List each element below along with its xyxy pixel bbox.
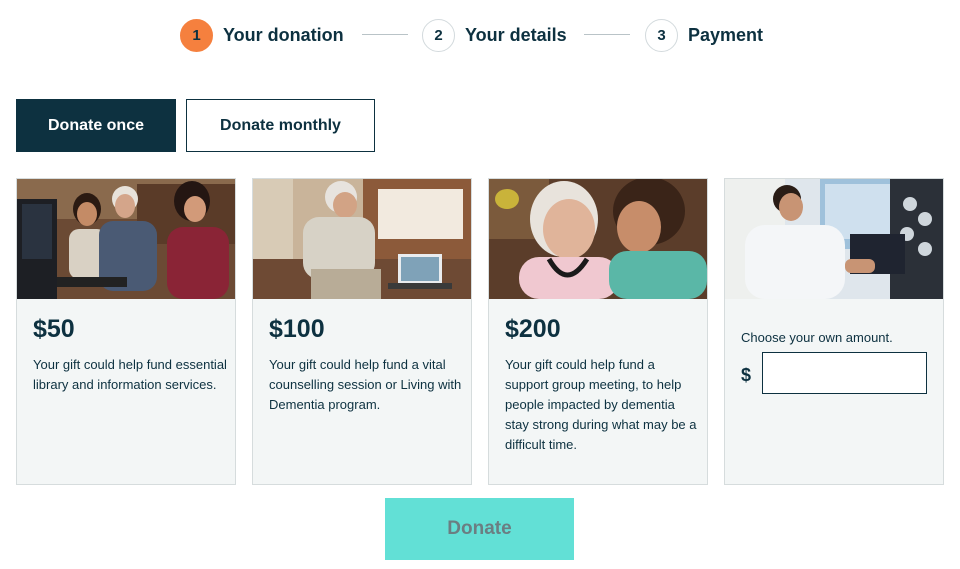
- progress-stepper: 1 Your donation 2 Your details 3 Payment: [0, 14, 960, 56]
- step-number: 3: [645, 18, 678, 52]
- donate-monthly-tab[interactable]: Donate monthly: [186, 99, 375, 152]
- step-label: Your details: [465, 24, 567, 45]
- custom-amount-card: Choose your own amount. $: [724, 178, 944, 485]
- donate-button[interactable]: Donate: [385, 498, 574, 560]
- card-description: Your gift could help fund a vital counse…: [269, 357, 462, 412]
- man-video-call-photo: [253, 179, 471, 299]
- donation-card-200[interactable]: $200 Your gift could help fund a support…: [488, 178, 708, 485]
- donation-card-100[interactable]: $100 Your gift could help fund a vital c…: [252, 178, 472, 485]
- card-amount: $50: [33, 315, 75, 343]
- card-amount: $100: [269, 315, 325, 343]
- doctor-reviewing-scans-photo: [725, 179, 943, 299]
- step-label: Payment: [688, 24, 764, 45]
- step-your-donation: 1 Your donation: [180, 18, 344, 52]
- card-description: Your gift could help fund a support grou…: [505, 357, 697, 452]
- currency-symbol: $: [741, 365, 752, 385]
- donate-once-tab[interactable]: Donate once: [16, 99, 176, 152]
- custom-amount-input[interactable]: [762, 352, 927, 394]
- people-at-computer-photo: [17, 179, 235, 299]
- card-description: Your gift could help fund essential libr…: [33, 357, 227, 392]
- step-connector: [584, 34, 630, 35]
- donation-card-50[interactable]: $50 Your gift could help fund essential …: [16, 178, 236, 485]
- step-connector: [362, 34, 408, 35]
- custom-amount-label: Choose your own amount.: [741, 330, 893, 345]
- step-number: 2: [422, 18, 455, 52]
- step-number: 1: [180, 18, 213, 52]
- card-amount: $200: [505, 315, 561, 343]
- carer-and-elderly-woman-photo: [489, 179, 707, 299]
- step-payment: 3 Payment: [645, 18, 763, 52]
- step-your-details: 2 Your details: [422, 18, 567, 52]
- step-label: Your donation: [223, 24, 344, 45]
